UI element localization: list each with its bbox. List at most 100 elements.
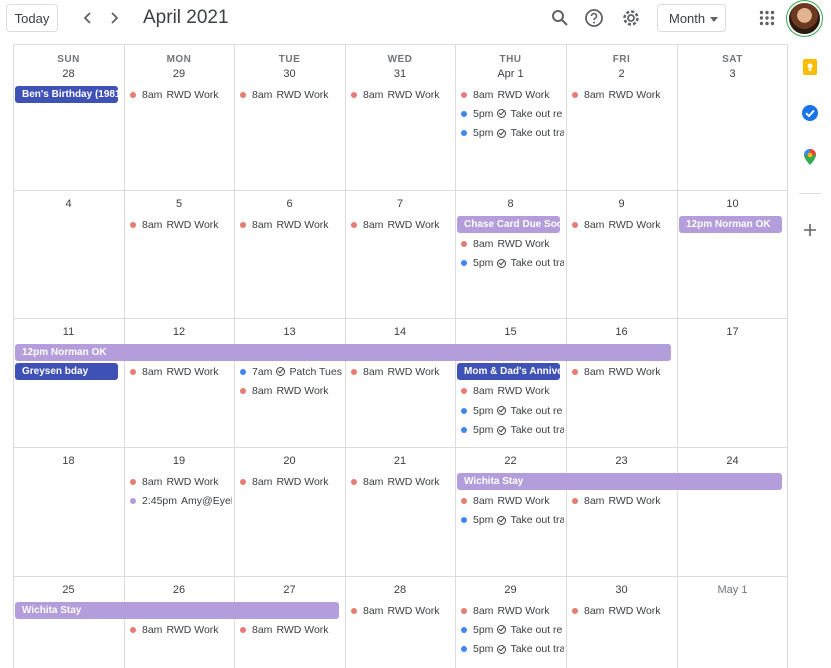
all-day-event[interactable]: Greysen bday	[15, 363, 118, 381]
avatar[interactable]	[789, 3, 820, 34]
date-number[interactable]: 15	[455, 326, 566, 338]
timed-event[interactable]: 8am RWD Work	[455, 235, 564, 252]
date-number[interactable]: Apr 1	[455, 68, 566, 80]
day-cell[interactable]: 14	[345, 318, 455, 447]
timed-event[interactable]: 5pm Take out re	[455, 621, 564, 638]
date-number[interactable]: 31	[345, 68, 455, 80]
day-cell[interactable]: 16	[566, 318, 677, 447]
timed-event[interactable]: 8am RWD Work	[345, 86, 453, 103]
timed-event[interactable]: 8am RWD Work	[455, 602, 564, 619]
keep-icon[interactable]	[801, 58, 819, 76]
timed-event[interactable]: 7am Patch Tues	[234, 363, 343, 380]
date-number[interactable]: 28	[345, 584, 455, 596]
help-icon[interactable]	[583, 7, 605, 29]
day-cell[interactable]: 6	[234, 190, 345, 318]
all-day-event[interactable]: Wichita Stay	[457, 473, 782, 490]
view-selector[interactable]: Month	[657, 4, 726, 32]
timed-event[interactable]: 8am RWD Work	[566, 86, 675, 103]
timed-event[interactable]: 2:45pmAmy@EyeD	[124, 492, 232, 509]
timed-event[interactable]: 8am RWD Work	[566, 492, 675, 509]
day-cell[interactable]: 20	[234, 447, 345, 576]
date-number[interactable]: 29	[124, 68, 234, 80]
timed-event[interactable]: 8am RWD Work	[124, 216, 232, 233]
timed-event[interactable]: 8am RWD Work	[234, 383, 343, 400]
day-cell[interactable]: 21	[345, 447, 455, 576]
day-cell[interactable]: 4	[13, 190, 124, 318]
timed-event[interactable]: 8am RWD Work	[455, 383, 564, 400]
date-number[interactable]: 12	[124, 326, 234, 338]
chevron-left-icon[interactable]	[78, 8, 98, 28]
all-day-event[interactable]: Chase Card Due Soo	[457, 216, 560, 233]
timed-event[interactable]: 8am RWD Work	[455, 86, 564, 103]
date-number[interactable]: 16	[566, 326, 677, 338]
date-number[interactable]: 14	[345, 326, 455, 338]
day-cell[interactable]: 7	[345, 190, 455, 318]
timed-event[interactable]: 8am RWD Work	[566, 216, 675, 233]
all-day-event[interactable]: 12pm Norman OK	[15, 344, 671, 361]
timed-event[interactable]: 8am RWD Work	[234, 216, 343, 233]
timed-event[interactable]: 8am RWD Work	[345, 473, 453, 490]
timed-event[interactable]: 5pm Take out tra	[455, 125, 564, 142]
date-number[interactable]: 8	[455, 198, 566, 210]
date-number[interactable]: 3	[677, 68, 788, 80]
date-number[interactable]: 30	[566, 584, 677, 596]
date-number[interactable]: 17	[677, 326, 788, 338]
day-cell[interactable]: 19	[124, 447, 234, 576]
day-cell[interactable]: FRI 2	[566, 45, 677, 190]
tasks-icon[interactable]	[801, 104, 819, 122]
day-cell[interactable]: 24	[677, 447, 788, 576]
date-number[interactable]: 29	[455, 584, 566, 596]
gear-icon[interactable]	[620, 7, 642, 29]
all-day-event[interactable]: Wichita Stay	[15, 602, 339, 619]
date-number[interactable]: 19	[124, 455, 234, 467]
day-cell[interactable]: TUE 30	[234, 45, 345, 190]
search-icon[interactable]	[549, 7, 571, 29]
day-cell[interactable]: 17	[677, 318, 788, 447]
date-number[interactable]: 27	[234, 584, 345, 596]
date-number[interactable]: 18	[13, 455, 124, 467]
day-cell[interactable]: 25	[13, 576, 124, 668]
day-cell[interactable]: 30	[566, 576, 677, 668]
date-number[interactable]: 24	[677, 455, 788, 467]
date-number[interactable]: 2	[566, 68, 677, 80]
date-number[interactable]: 5	[124, 198, 234, 210]
date-number[interactable]: 30	[234, 68, 345, 80]
timed-event[interactable]: 5pm Take out re	[455, 402, 564, 419]
date-number[interactable]: 21	[345, 455, 455, 467]
day-cell[interactable]: SUN 28	[13, 45, 124, 190]
timed-event[interactable]: 8am RWD Work	[455, 492, 564, 509]
timed-event[interactable]: 8am RWD Work	[566, 363, 675, 380]
plus-icon[interactable]	[801, 221, 819, 239]
day-cell[interactable]: WED 31	[345, 45, 455, 190]
all-day-event[interactable]: Ben's Birthday (1981	[15, 86, 118, 103]
apps-grid-icon[interactable]	[756, 7, 778, 29]
date-number[interactable]: 11	[13, 326, 124, 338]
timed-event[interactable]: 5pm Take out tra	[455, 422, 564, 439]
day-cell[interactable]: 12	[124, 318, 234, 447]
day-cell[interactable]: MON 29	[124, 45, 234, 190]
all-day-event[interactable]: 12pm Norman OK	[679, 216, 782, 233]
date-number[interactable]: 22	[455, 455, 566, 467]
timed-event[interactable]: 8am RWD Work	[234, 86, 343, 103]
day-cell[interactable]: 5	[124, 190, 234, 318]
date-number[interactable]: 26	[124, 584, 234, 596]
date-number[interactable]: 25	[13, 584, 124, 596]
day-cell[interactable]: SAT 3	[677, 45, 788, 190]
timed-event[interactable]: 8am RWD Work	[124, 86, 232, 103]
timed-event[interactable]: 8am RWD Work	[124, 363, 232, 380]
timed-event[interactable]: 5pm Take out tra	[455, 255, 564, 272]
timed-event[interactable]: 8am RWD Work	[345, 216, 453, 233]
date-number[interactable]: 28	[13, 68, 124, 80]
timed-event[interactable]: 5pm Take out tra	[455, 641, 564, 658]
date-number[interactable]: May 1	[677, 584, 788, 596]
date-number[interactable]: 10	[677, 198, 788, 210]
timed-event[interactable]: 8am RWD Work	[234, 473, 343, 490]
day-cell[interactable]: 9	[566, 190, 677, 318]
timed-event[interactable]: 8am RWD Work	[345, 602, 453, 619]
timed-event[interactable]: 8am RWD Work	[124, 473, 232, 490]
timed-event[interactable]: 8am RWD Work	[345, 363, 453, 380]
day-cell[interactable]: 28	[345, 576, 455, 668]
day-cell[interactable]: 10	[677, 190, 788, 318]
date-number[interactable]: 4	[13, 198, 124, 210]
date-number[interactable]: 6	[234, 198, 345, 210]
